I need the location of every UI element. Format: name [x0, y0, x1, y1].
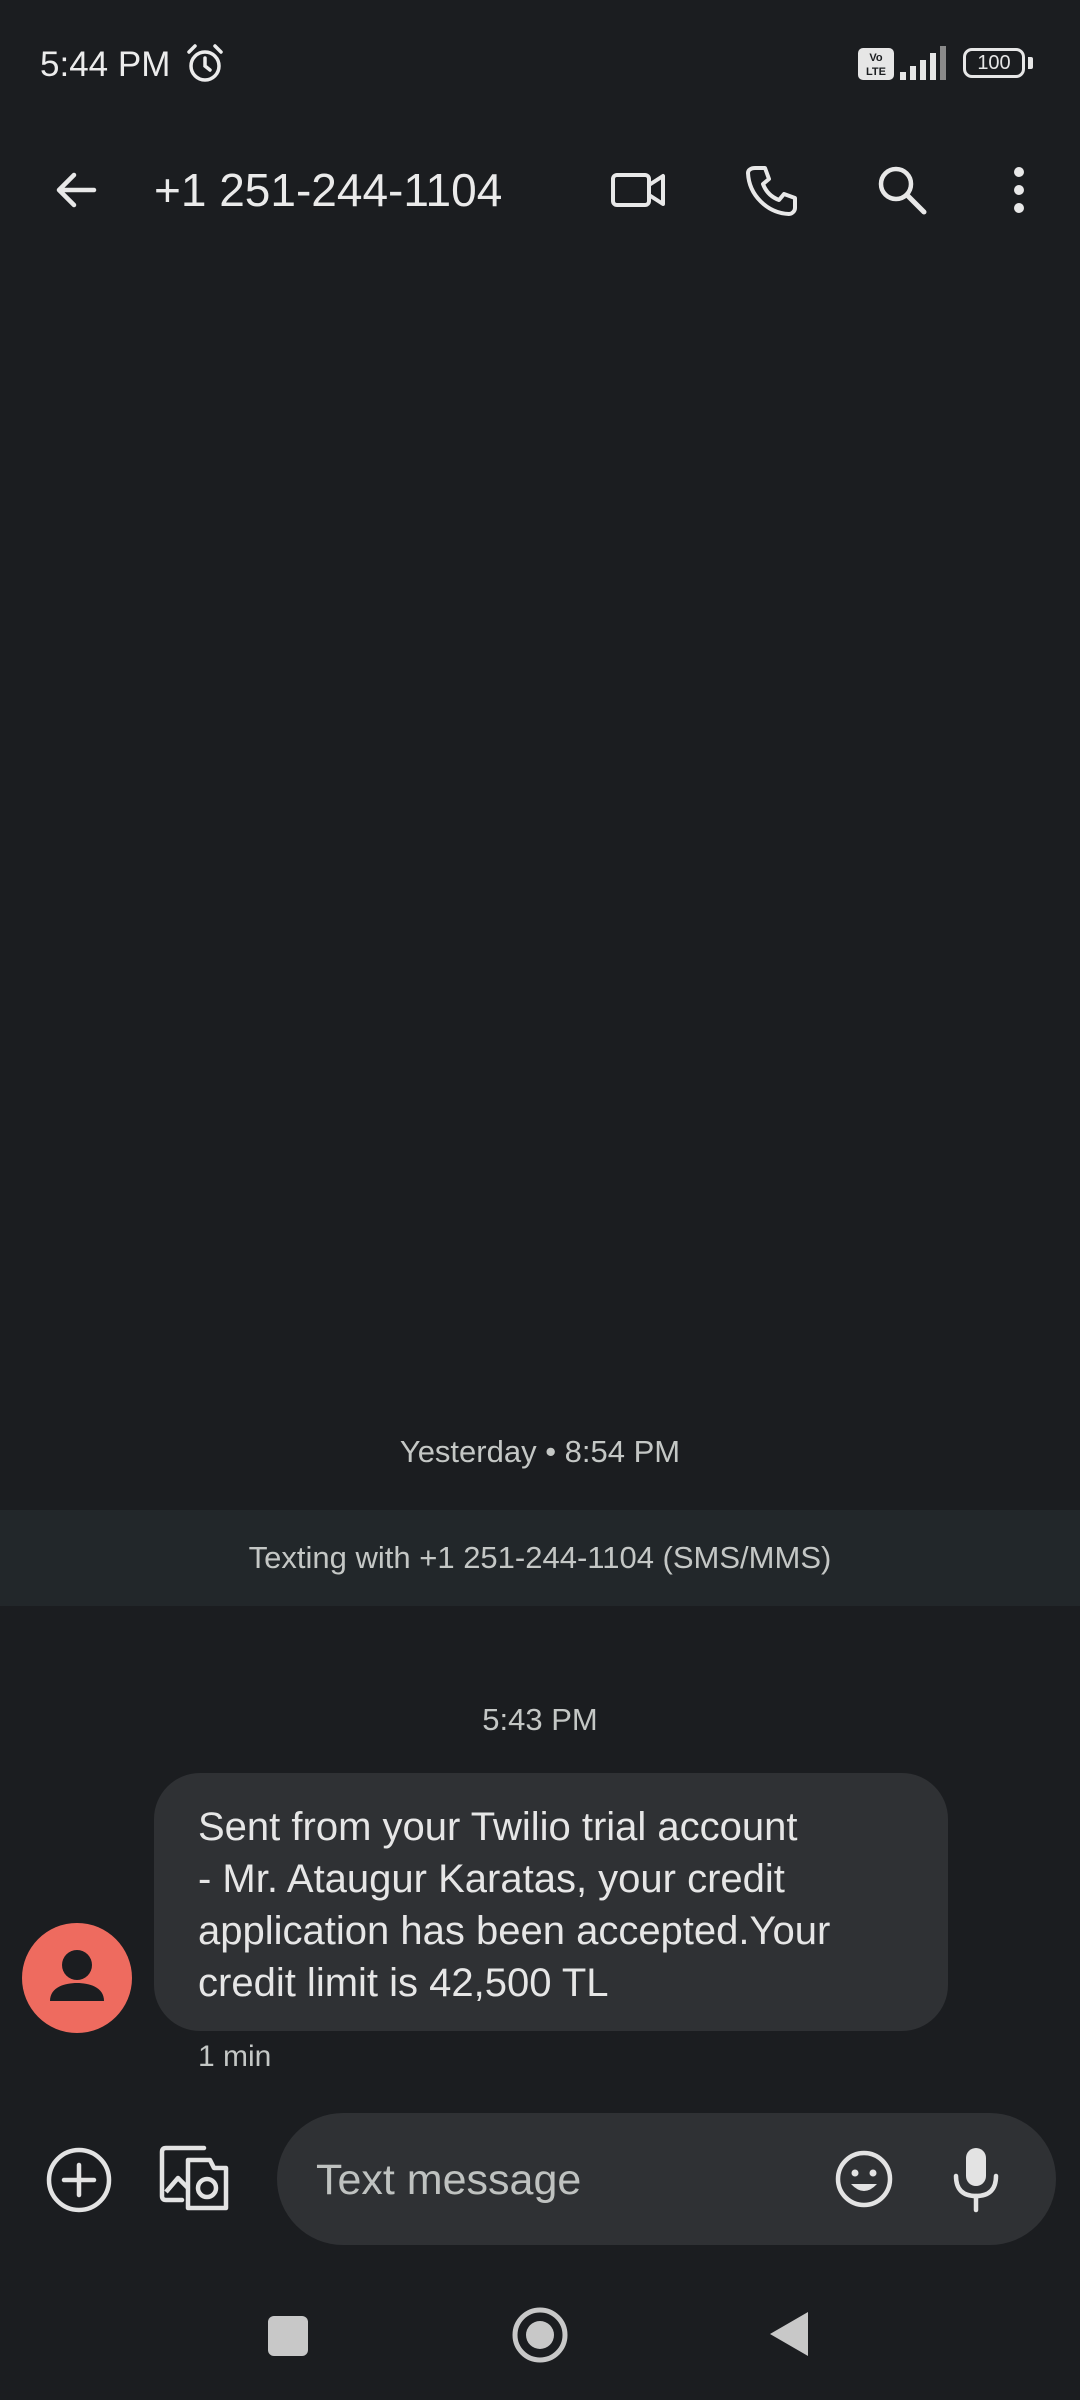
date-label-yesterday: Yesterday • 8:54 PM: [399, 1434, 681, 1469]
conversation-title[interactable]: +1 251-244-1104: [154, 160, 502, 220]
more-vert-icon[interactable]: [989, 160, 1049, 220]
info-banner-text: Texting with +1 251-244-1104 (SMS/MMS): [248, 1540, 832, 1575]
status-time: 5:44 PM: [40, 45, 171, 84]
alarm-icon: [187, 44, 223, 82]
volte-icon: Vo LTE: [858, 48, 894, 80]
back-arrow-icon[interactable]: [46, 160, 106, 220]
home-icon[interactable]: [510, 2305, 570, 2365]
emoji-icon[interactable]: [833, 2148, 895, 2210]
avatar[interactable]: [22, 1923, 132, 2033]
message-bubble[interactable]: Sent from your Twilio trial account - Mr…: [154, 1773, 948, 2031]
message-line: credit limit is 42,500 TL: [198, 1961, 609, 2005]
svg-text:Vo: Vo: [869, 52, 883, 64]
person-icon: [50, 1950, 104, 2001]
battery-tip: [1028, 57, 1033, 69]
mic-icon[interactable]: [948, 2144, 1004, 2214]
back-icon[interactable]: [766, 2308, 812, 2360]
message-timestamp: 1 min: [198, 2040, 272, 2073]
search-icon[interactable]: [872, 160, 932, 220]
battery-icon: 100: [963, 48, 1025, 78]
phone-icon[interactable]: [741, 160, 801, 220]
message-line: Sent from your Twilio trial account: [198, 1805, 798, 1849]
gallery-icon[interactable]: [158, 2142, 230, 2214]
recents-icon[interactable]: [266, 2314, 310, 2358]
video-call-icon[interactable]: [608, 160, 668, 220]
add-circle-icon[interactable]: [44, 2145, 114, 2215]
message-line: - Mr. Ataugur Karatas, your credit: [198, 1857, 785, 1901]
svg-text:LTE: LTE: [866, 66, 886, 78]
date-label-today: 5:43 PM: [482, 1702, 598, 1737]
message-line: application has been accepted.Your: [198, 1909, 831, 1953]
message-input[interactable]: [316, 2140, 796, 2220]
signal-icon: [900, 46, 946, 80]
